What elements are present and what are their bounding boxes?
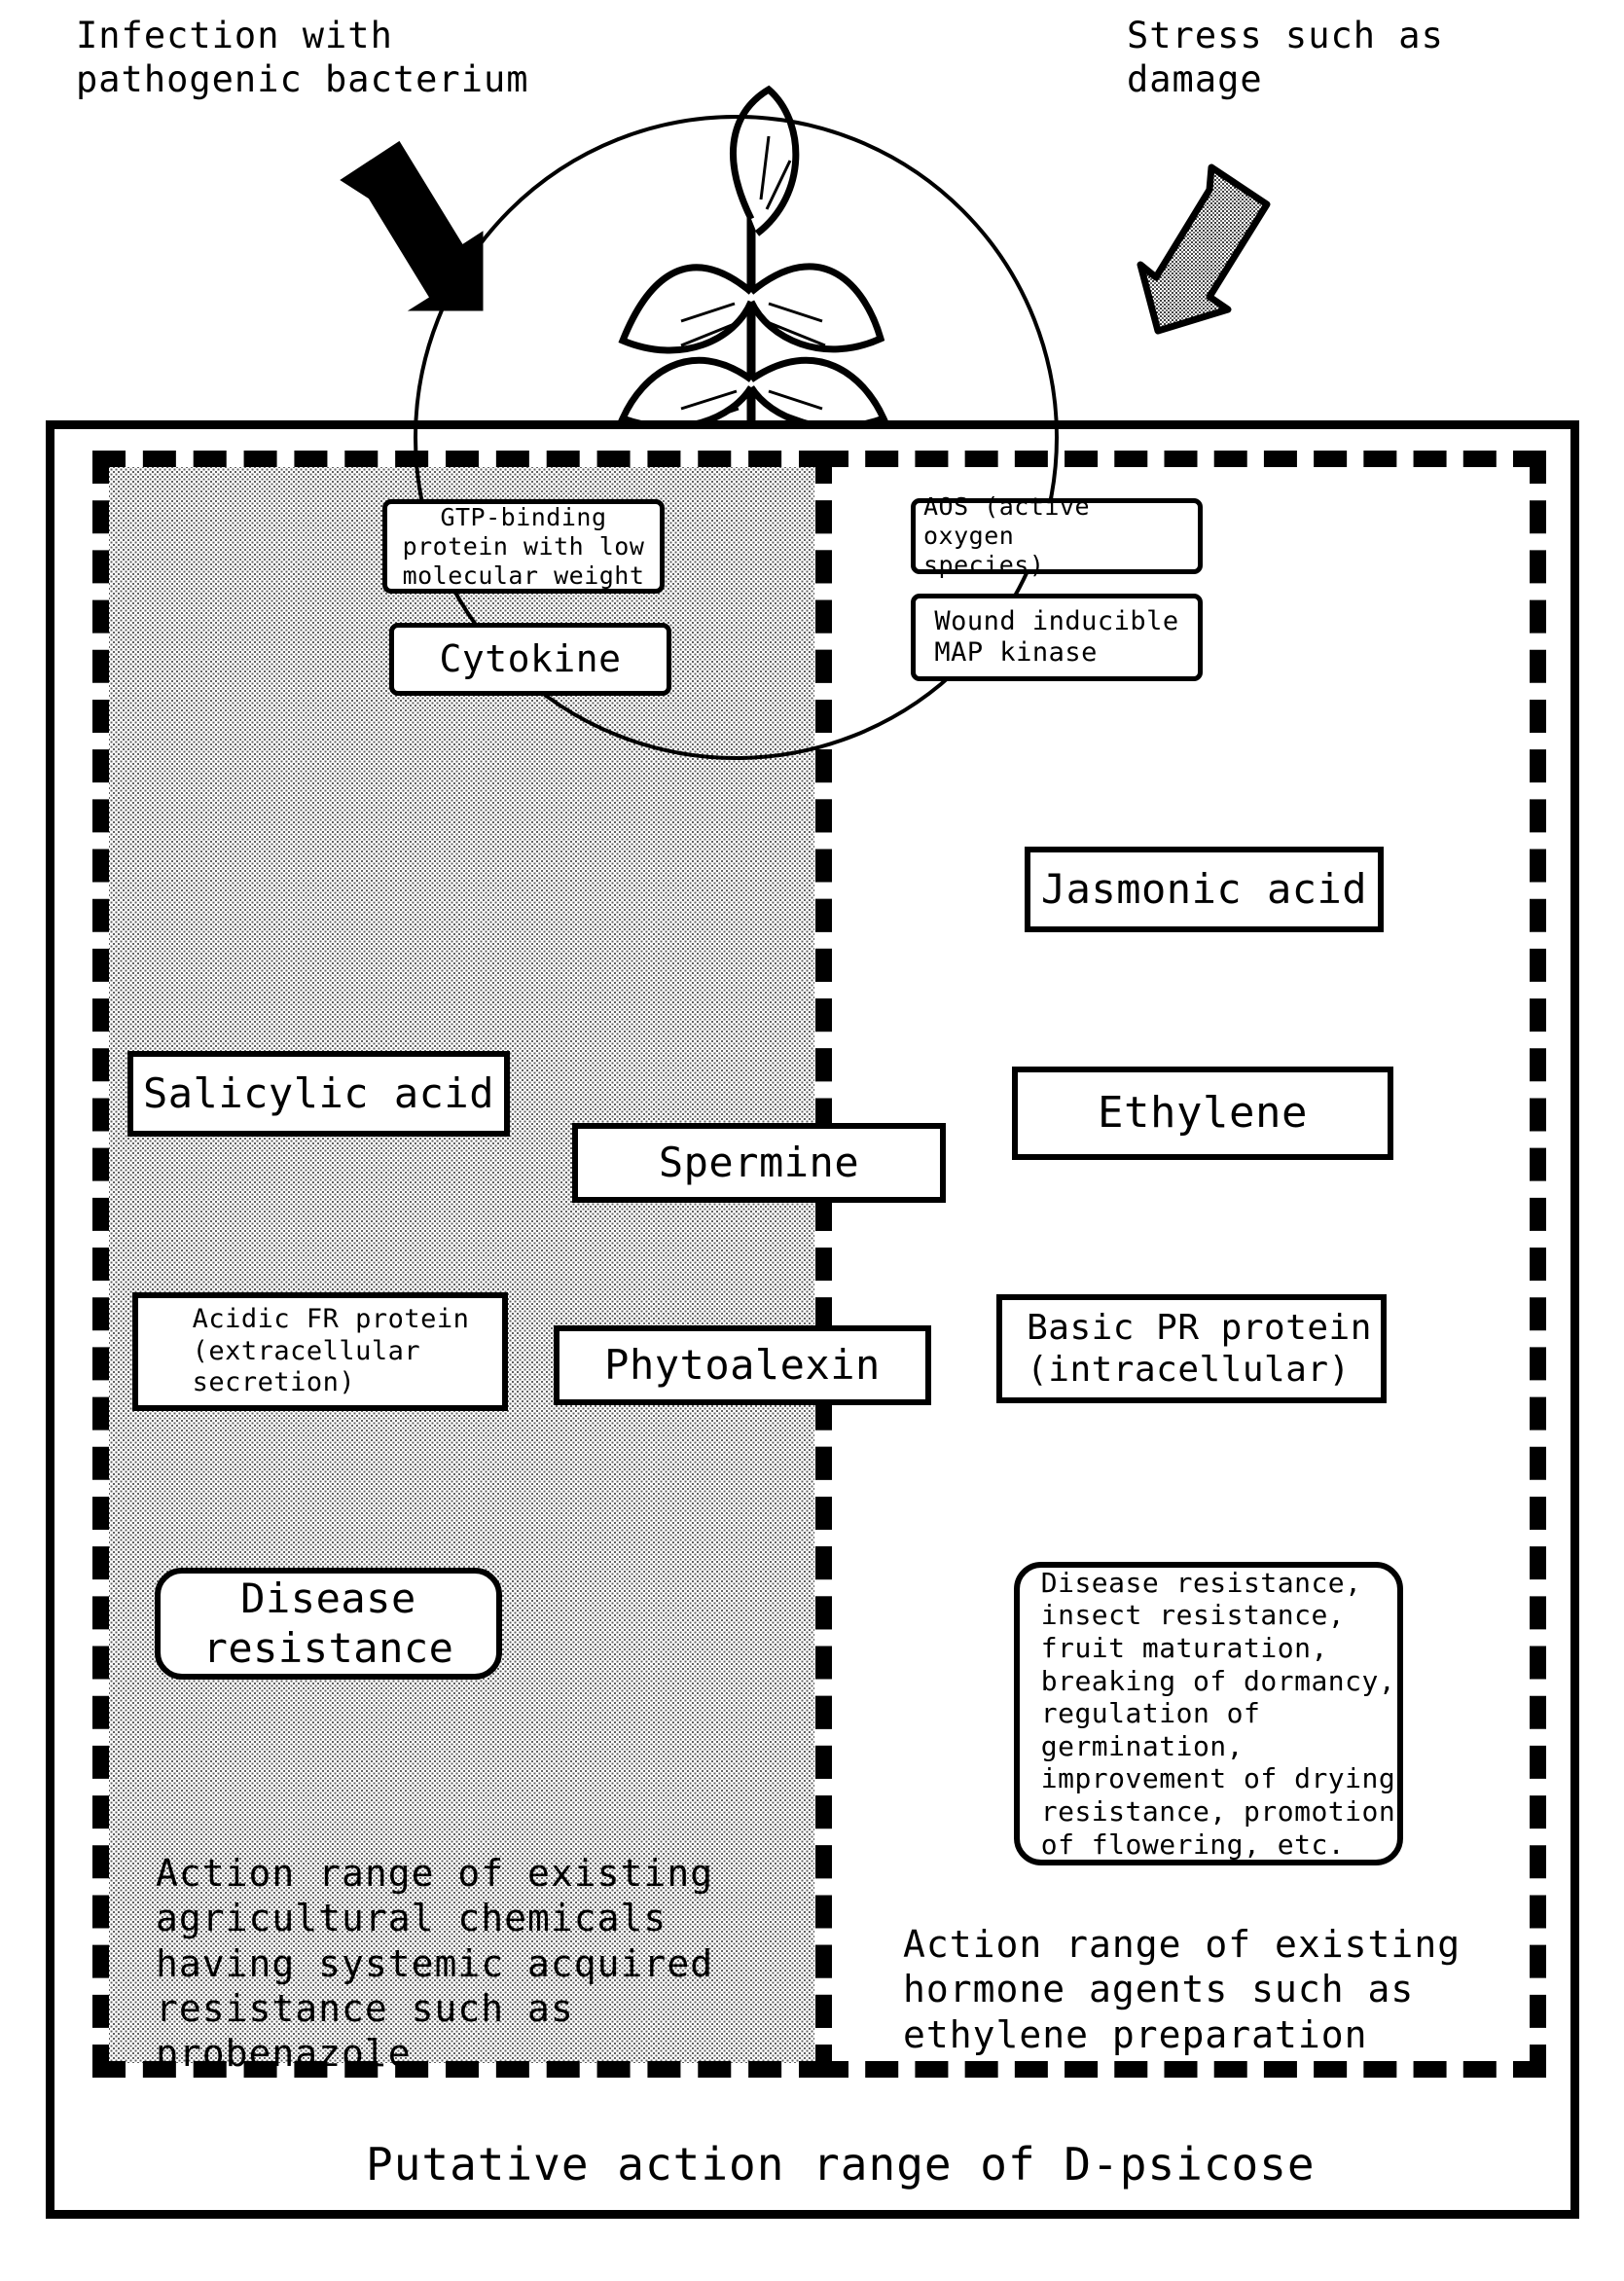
node-acidic-pr-protein[interactable]: Acidic FR protein (extracellular secreti…: [132, 1292, 508, 1411]
node-label: GTP-binding protein with low molecular w…: [402, 502, 645, 590]
node-aos[interactable]: AOS (active oxygen species): [911, 492, 1203, 579]
node-salicylic-acid[interactable]: Salicylic acid: [127, 1051, 510, 1137]
node-hormone-effects[interactable]: Disease resistance, insect resistance, f…: [1014, 1562, 1403, 1865]
left-region-caption: Action range of existing agricultural ch…: [156, 1852, 714, 2076]
bottom-title: Putative action range of D-psicose: [366, 2138, 1316, 2190]
node-label: Basic PR protein (intracellular): [1027, 1307, 1372, 1390]
node-jasmonic-acid[interactable]: Jasmonic acid: [1025, 847, 1384, 932]
node-gtp-binding-protein[interactable]: GTP-binding protein with low molecular w…: [382, 499, 665, 594]
right-region-caption: Action range of existing hormone agents …: [903, 1923, 1462, 2056]
node-spermine[interactable]: Spermine: [572, 1123, 946, 1203]
node-label: AOS (active oxygen species): [923, 492, 1091, 579]
node-ethylene[interactable]: Ethylene: [1012, 1067, 1393, 1160]
stimulus-label-stress: Stress such as damage: [1127, 15, 1444, 101]
node-label: Phytoalexin: [604, 1340, 881, 1389]
node-label: Spermine: [658, 1138, 860, 1186]
node-label: Salicylic acid: [142, 1068, 494, 1117]
diagram-canvas: Infection with pathogenic bacterium Stre…: [0, 0, 1624, 2281]
node-label: Acidic FR protein (extracellular secreti…: [192, 1304, 470, 1398]
node-label: Cytokine: [439, 636, 622, 680]
node-label: Jasmonic acid: [1040, 864, 1368, 913]
node-cytokine[interactable]: Cytokine: [389, 623, 671, 696]
node-disease-resistance[interactable]: Disease resistance: [155, 1568, 502, 1680]
node-label: Disease resistance, insect resistance, f…: [1040, 1566, 1396, 1861]
stimulus-label-infection: Infection with pathogenic bacterium: [76, 15, 529, 101]
node-phytoalexin[interactable]: Phytoalexin: [554, 1325, 931, 1405]
stress-block-arrow: [1137, 163, 1271, 335]
node-label: Wound inducible MAP kinase: [934, 605, 1179, 668]
node-label: Disease resistance: [202, 1575, 454, 1672]
node-basic-pr-protein[interactable]: Basic PR protein (intracellular): [996, 1294, 1387, 1403]
node-label: Ethylene: [1098, 1087, 1308, 1138]
node-wound-inducible-map-kinase[interactable]: Wound inducible MAP kinase: [911, 594, 1203, 681]
